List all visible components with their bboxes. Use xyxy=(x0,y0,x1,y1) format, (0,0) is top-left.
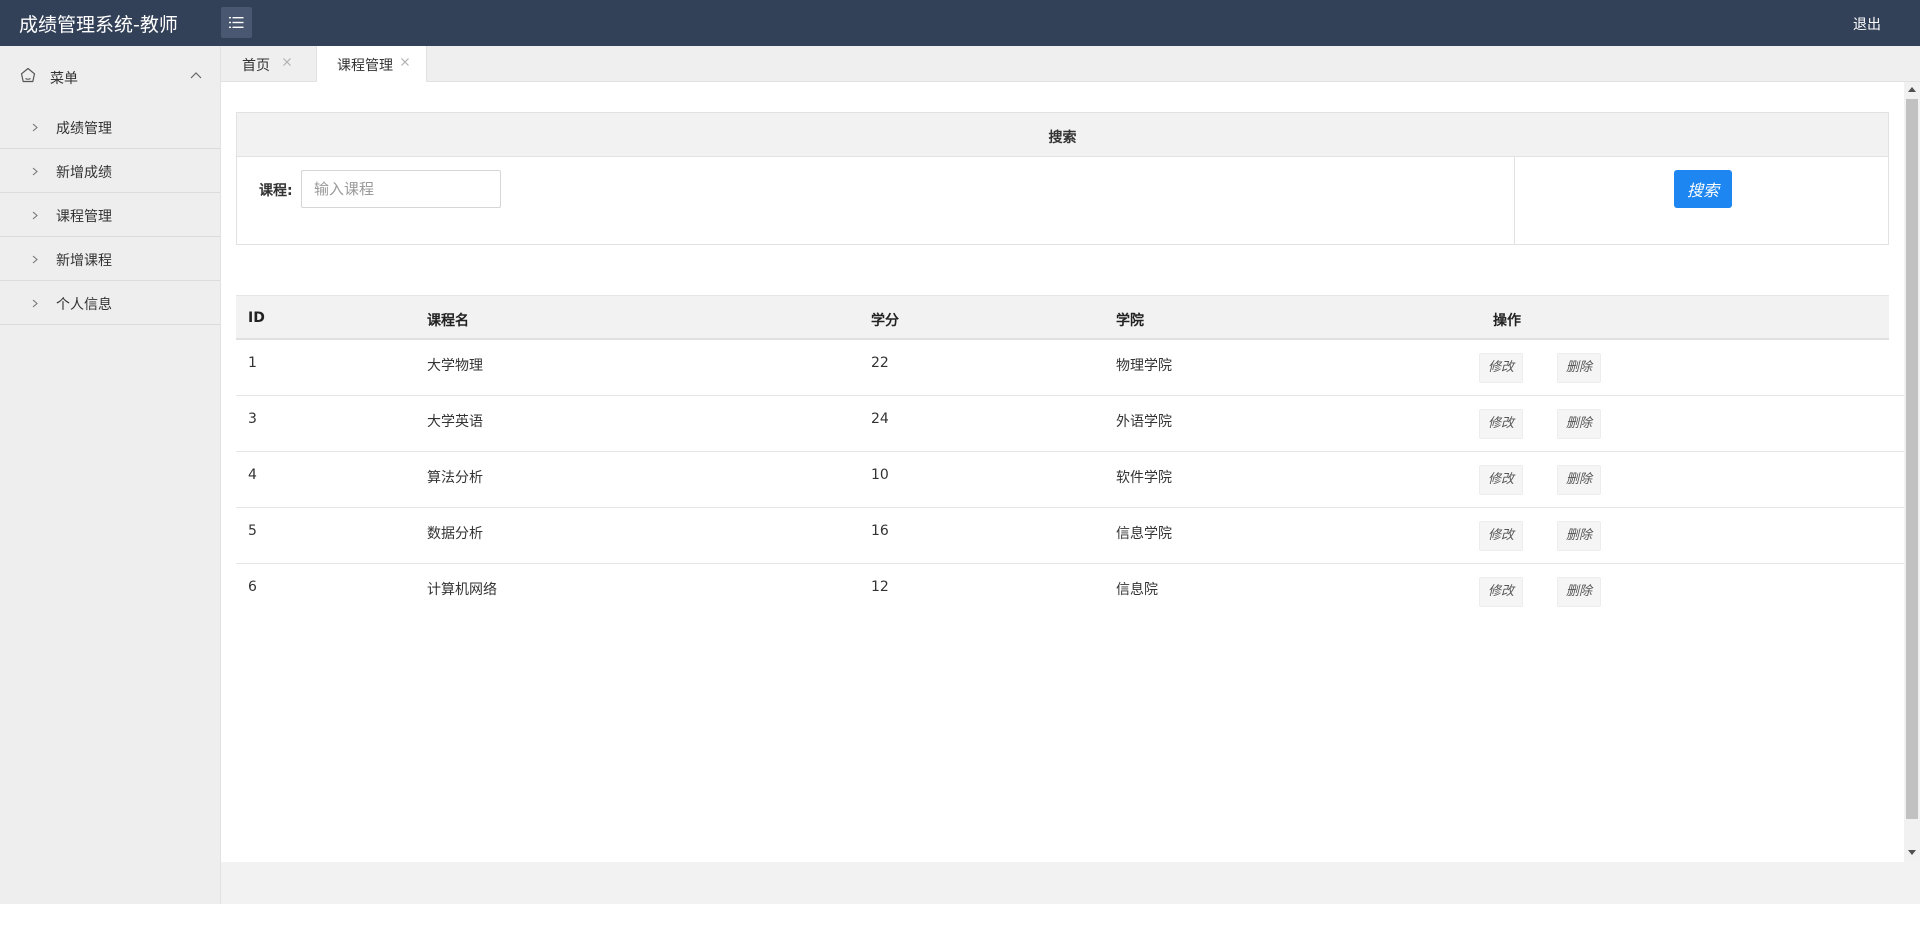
cell-course-name: 大学英语 xyxy=(427,414,483,430)
column-header-id: ID xyxy=(248,310,265,326)
cell-id: 5 xyxy=(248,523,257,539)
app-title: 成绩管理系统-教师 xyxy=(19,14,178,36)
sidebar-item-personal-info[interactable]: 个人信息 xyxy=(0,281,220,325)
delete-button[interactable]: 删除 xyxy=(1557,353,1602,383)
sidebar-item-label: 个人信息 xyxy=(56,297,112,313)
scroll-up-arrow-icon[interactable] xyxy=(1908,87,1916,92)
chevron-right-icon xyxy=(32,123,38,132)
hamburger-icon xyxy=(229,17,244,28)
cell-credit: 22 xyxy=(871,355,889,371)
main-content: 搜索 课程: 搜索 ID 课程名 学分 学院 操作 1 大学物理 22 物理学院… xyxy=(221,82,1904,862)
cell-college: 软件学院 xyxy=(1116,470,1172,486)
footer-strip xyxy=(221,862,1920,904)
column-header-actions: 操作 xyxy=(1493,313,1521,329)
tab-label: 首页 xyxy=(242,58,270,74)
vertical-scrollbar[interactable] xyxy=(1904,82,1920,862)
delete-button[interactable]: 删除 xyxy=(1557,577,1602,607)
search-button[interactable]: 搜索 xyxy=(1674,170,1732,208)
cell-id: 4 xyxy=(248,467,257,483)
table-row: 1 大学物理 22 物理学院 修改 删除 xyxy=(236,340,1904,396)
cell-id: 3 xyxy=(248,411,257,427)
home-icon xyxy=(20,67,36,83)
sidebar-item-label: 新增成绩 xyxy=(56,165,112,181)
chevron-up-icon xyxy=(190,72,202,79)
chevron-right-icon xyxy=(32,211,38,220)
scrollbar-thumb[interactable] xyxy=(1906,99,1918,819)
cell-credit: 10 xyxy=(871,467,889,483)
sidebar-item-label: 成绩管理 xyxy=(56,121,112,137)
chevron-right-icon xyxy=(32,255,38,264)
cell-course-name: 计算机网络 xyxy=(427,582,497,598)
sidebar-item-label: 课程管理 xyxy=(56,209,112,225)
logout-link[interactable]: 退出 xyxy=(1853,14,1881,34)
delete-button[interactable]: 删除 xyxy=(1557,465,1602,495)
cell-college: 物理学院 xyxy=(1116,358,1172,374)
cell-course-name: 大学物理 xyxy=(427,358,483,374)
cell-credit: 16 xyxy=(871,523,889,539)
sidebar: 菜单 成绩管理 新增成绩 课程管理 新增课程 个人信息 xyxy=(0,46,221,904)
cell-id: 6 xyxy=(248,579,257,595)
course-table: ID 课程名 学分 学院 操作 1 大学物理 22 物理学院 修改 删除 3 大… xyxy=(236,295,1904,620)
tab-label: 课程管理 xyxy=(337,58,393,74)
menu-toggle-button[interactable] xyxy=(221,7,252,38)
table-row: 4 算法分析 10 软件学院 修改 删除 xyxy=(236,452,1904,508)
tab-home[interactable]: 首页 xyxy=(221,46,314,82)
delete-button[interactable]: 删除 xyxy=(1557,521,1602,551)
edit-button[interactable]: 修改 xyxy=(1479,353,1524,383)
cell-course-name: 算法分析 xyxy=(427,470,483,486)
page-bottom xyxy=(0,904,1920,945)
sidebar-menu-header[interactable]: 菜单 xyxy=(0,46,220,105)
cell-college: 信息院 xyxy=(1116,582,1158,598)
cell-course-name: 数据分析 xyxy=(427,526,483,542)
course-search-input[interactable] xyxy=(301,170,501,208)
scroll-down-arrow-icon[interactable] xyxy=(1908,850,1916,855)
search-panel-header: 搜索 xyxy=(237,113,1888,157)
cell-id: 1 xyxy=(248,355,257,371)
column-header-credit: 学分 xyxy=(871,313,899,329)
edit-button[interactable]: 修改 xyxy=(1479,577,1524,607)
close-icon[interactable] xyxy=(281,56,293,68)
sidebar-menu-label: 菜单 xyxy=(50,71,78,87)
column-header-college: 学院 xyxy=(1116,313,1144,329)
delete-button[interactable]: 删除 xyxy=(1557,409,1602,439)
table-row: 5 数据分析 16 信息学院 修改 删除 xyxy=(236,508,1904,564)
sidebar-item-add-course[interactable]: 新增课程 xyxy=(0,237,220,281)
close-icon[interactable] xyxy=(399,56,411,68)
sidebar-item-add-grade[interactable]: 新增成绩 xyxy=(0,149,220,193)
table-row: 6 计算机网络 12 信息院 修改 删除 xyxy=(236,564,1904,620)
sidebar-item-label: 新增课程 xyxy=(56,253,112,269)
table-header: ID 课程名 学分 学院 操作 xyxy=(236,295,1889,340)
course-label: 课程: xyxy=(259,183,293,199)
chevron-right-icon xyxy=(32,167,38,176)
sidebar-item-course-management[interactable]: 课程管理 xyxy=(0,193,220,237)
tab-bar: 首页 课程管理 xyxy=(221,46,1920,83)
search-panel-divider xyxy=(1514,157,1515,245)
cell-credit: 12 xyxy=(871,579,889,595)
edit-button[interactable]: 修改 xyxy=(1479,465,1524,495)
sidebar-item-grade-management[interactable]: 成绩管理 xyxy=(0,105,220,149)
cell-college: 信息学院 xyxy=(1116,526,1172,542)
column-header-course-name: 课程名 xyxy=(427,313,469,329)
table-row: 3 大学英语 24 外语学院 修改 删除 xyxy=(236,396,1904,452)
edit-button[interactable]: 修改 xyxy=(1479,409,1524,439)
edit-button[interactable]: 修改 xyxy=(1479,521,1524,551)
search-panel: 搜索 课程: 搜索 xyxy=(236,112,1889,245)
cell-college: 外语学院 xyxy=(1116,414,1172,430)
top-header: 成绩管理系统-教师 退出 xyxy=(0,0,1920,46)
search-panel-title: 搜索 xyxy=(1048,130,1077,146)
cell-credit: 24 xyxy=(871,411,889,427)
chevron-right-icon xyxy=(32,299,38,308)
tab-course-management[interactable]: 课程管理 xyxy=(316,46,427,83)
app-root: 成绩管理系统-教师 退出 菜单 成绩管理 新增成绩 课程管理 新增课程 个人信息… xyxy=(0,0,1920,945)
